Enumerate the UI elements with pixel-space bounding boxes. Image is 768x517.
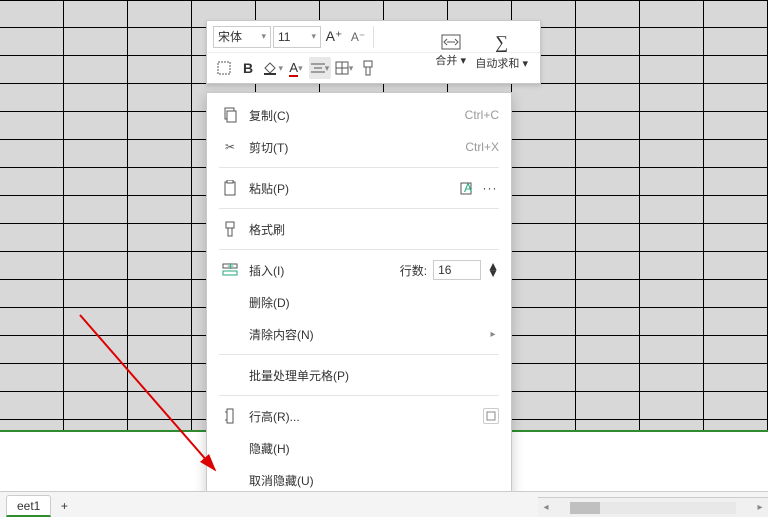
format-painter-icon [361,60,375,76]
border-icon [335,61,349,75]
rows-count-label: 行数: [400,262,427,279]
scissors-icon: ✂ [219,136,241,158]
paste-more-button[interactable]: ··· [481,179,499,197]
mini-toolbar: 宋体 ▾ 11 ▾ A⁺ A⁻ 合并 ▾ ∑ 自动求和 ▾ B ▾ A▾ ▾ ▾ [206,20,541,84]
merge-cells-button[interactable]: 合并 ▾ [429,27,472,75]
merge-label: 合并 ▾ [435,52,466,68]
autosum-button[interactable]: ∑ 自动求和 ▾ [469,27,534,75]
clipboard-icon [219,177,241,199]
menu-format-painter[interactable]: 格式刷 [207,213,511,245]
decrease-font-button[interactable]: A⁻ [347,26,369,48]
dropdown-icon: ▾ [261,31,266,42]
menu-row-height-label: 行高(R)... [249,408,483,425]
menu-insert[interactable]: + 插入(I) 行数: ▲ ▼ [207,254,511,286]
sheet-tab-1-label: eet1 [17,499,40,513]
menu-delete[interactable]: 删除(D) [207,286,511,318]
menu-hide[interactable]: 隐藏(H) [207,432,511,464]
svg-text:+: + [227,262,234,273]
menu-copy-label: 复制(C) [249,107,465,124]
auto-fit-button[interactable] [483,408,499,424]
menu-copy-shortcut: Ctrl+C [465,108,499,122]
plus-icon: + [61,499,68,513]
menu-clear-label: 清除内容(N) [249,326,487,343]
dropdown-icon: ▾ [311,31,316,42]
merge-icon [441,34,461,50]
auto-fit-icon [486,411,496,421]
menu-clear[interactable]: 清除内容(N) ▸ [207,318,511,350]
menu-cut-shortcut: Ctrl+X [465,140,499,154]
format-painter-icon [219,218,241,240]
paste-special-button[interactable]: A [457,179,475,197]
format-painter-button[interactable] [357,57,379,79]
submenu-arrow-icon: ▸ [487,329,499,340]
menu-delete-label: 删除(D) [249,294,499,311]
font-family-value: 宋体 [218,28,242,45]
border-button[interactable]: ▾ [333,57,355,79]
paste-special-icon: A [459,181,473,195]
menu-batch[interactable]: 批量处理单元格(P) [207,359,511,391]
font-size-value: 11 [278,30,290,44]
svg-text:A: A [464,181,472,195]
sheet-tab-1[interactable]: eet1 [6,495,51,517]
autosum-label: 自动求和 ▾ [475,55,528,71]
bold-button[interactable]: B [237,57,259,79]
dropdown-icon: ▾ [298,63,303,74]
add-sheet-button[interactable]: + [53,495,75,517]
menu-unhide-label: 取消隐藏(U) [249,472,499,489]
scrollbar-thumb[interactable] [570,502,600,514]
font-family-select[interactable]: 宋体 ▾ [213,26,271,48]
spinner-down-icon[interactable]: ▼ [487,270,499,277]
select-area-icon [216,60,232,76]
menu-paste-label: 粘贴(P) [249,180,457,197]
context-menu: 复制(C) Ctrl+C ✂ 剪切(T) Ctrl+X 粘贴(P) A ··· … [206,92,512,517]
dropdown-icon: ▾ [349,63,354,74]
scroll-left-icon[interactable]: ◂ [538,502,554,513]
increase-font-button[interactable]: A⁺ [323,26,345,48]
dropdown-icon: ▾ [278,63,283,74]
menu-batch-label: 批量处理单元格(P) [249,367,499,384]
scroll-right-icon[interactable]: ▸ [752,502,768,513]
scrollbar-track[interactable] [570,502,736,514]
menu-cut[interactable]: ✂ 剪切(T) Ctrl+X [207,131,511,163]
align-center-icon [311,62,325,74]
menu-format-painter-label: 格式刷 [249,221,499,238]
copy-icon [219,104,241,126]
sigma-icon: ∑ [495,32,508,53]
font-color-button[interactable]: A▾ [285,57,307,79]
row-height-icon [219,405,241,427]
fill-color-button[interactable]: ▾ [261,57,283,79]
insert-rows-icon: + [219,259,241,281]
align-button[interactable]: ▾ [309,57,331,79]
menu-paste[interactable]: 粘贴(P) A ··· [207,172,511,204]
select-area-button[interactable] [213,57,235,79]
menu-row-height[interactable]: 行高(R)... [207,400,511,432]
menu-cut-label: 剪切(T) [249,139,465,156]
rows-count-input[interactable] [433,260,481,280]
menu-copy[interactable]: 复制(C) Ctrl+C [207,99,511,131]
menu-insert-label: 插入(I) [249,262,400,279]
paint-bucket-icon [261,60,278,76]
dropdown-icon: ▾ [325,63,330,74]
font-size-select[interactable]: 11 ▾ [273,26,321,48]
horizontal-scrollbar[interactable]: ◂ ▸ [538,497,768,517]
menu-hide-label: 隐藏(H) [249,440,499,457]
